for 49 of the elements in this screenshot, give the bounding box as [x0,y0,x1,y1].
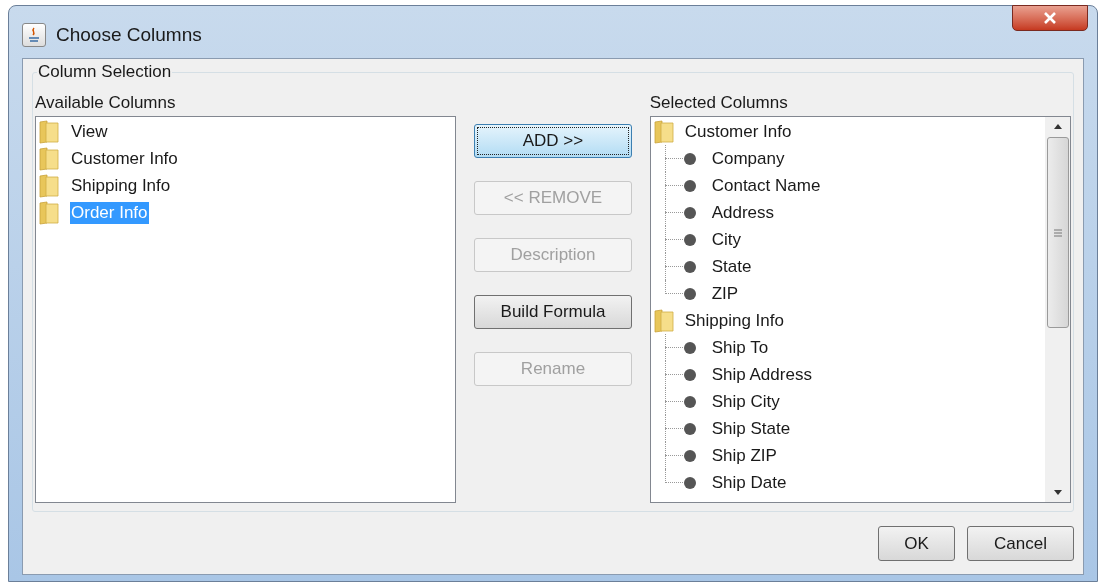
app-icon [22,23,46,48]
tree-item[interactable]: ZIP [711,280,739,307]
window-title: Choose Columns [56,23,202,47]
folder-icon [38,173,60,198]
tree-item[interactable]: Ship Date [711,469,787,496]
bullet-icon [682,205,697,220]
list-label: Selected Columns [649,93,789,113]
tree-item[interactable]: Contact Name [711,172,821,199]
tree-item[interactable]: Ship To [711,334,769,361]
action-button[interactable]: ADD >> [474,124,632,158]
folder-icon [38,146,60,171]
bullet-icon [682,367,697,382]
bullet-icon [682,448,697,463]
bullet-icon [682,259,697,274]
bullet-icon [682,340,697,355]
list-item[interactable]: View [70,120,109,143]
tree-item[interactable]: Ship State [711,415,791,442]
list-label: Available Columns [35,93,177,113]
close-icon [1043,12,1057,24]
scroll-down-icon[interactable] [1052,490,1063,496]
bullet-icon [682,475,697,490]
bullet-icon [682,232,697,247]
list-item[interactable]: Customer Info [70,147,179,170]
bullet-icon [682,178,697,193]
tree-item[interactable]: Ship Address [711,361,812,388]
dialog-button[interactable]: Cancel [967,526,1074,561]
folder-icon [38,200,60,225]
tree-item[interactable]: State [711,253,752,280]
tree-item[interactable]: Ship ZIP [711,442,777,469]
tree-group[interactable]: Shipping Info [684,307,784,334]
scroll-thumb[interactable] [1046,137,1069,328]
scrollbar[interactable] [1045,117,1070,502]
tree-item[interactable]: Address [711,199,775,226]
folder-icon [652,119,675,144]
close-button[interactable] [1012,5,1088,31]
list-item[interactable]: Shipping Info [70,174,172,197]
tree-group[interactable]: Customer Info [684,118,792,145]
scroll-up-icon[interactable] [1052,123,1063,129]
bullet-icon [682,286,697,301]
tree-item[interactable]: City [711,226,741,253]
action-button[interactable]: Build Formula [474,295,632,329]
folder-icon [38,119,60,144]
bullet-icon [682,394,697,409]
folder-icon [652,308,675,333]
dialog-button[interactable]: OK [878,526,955,561]
tree-item[interactable]: Ship City [711,388,780,415]
bullet-icon [682,421,697,436]
bullet-icon [682,151,697,166]
tree-item[interactable]: Company [711,145,785,172]
